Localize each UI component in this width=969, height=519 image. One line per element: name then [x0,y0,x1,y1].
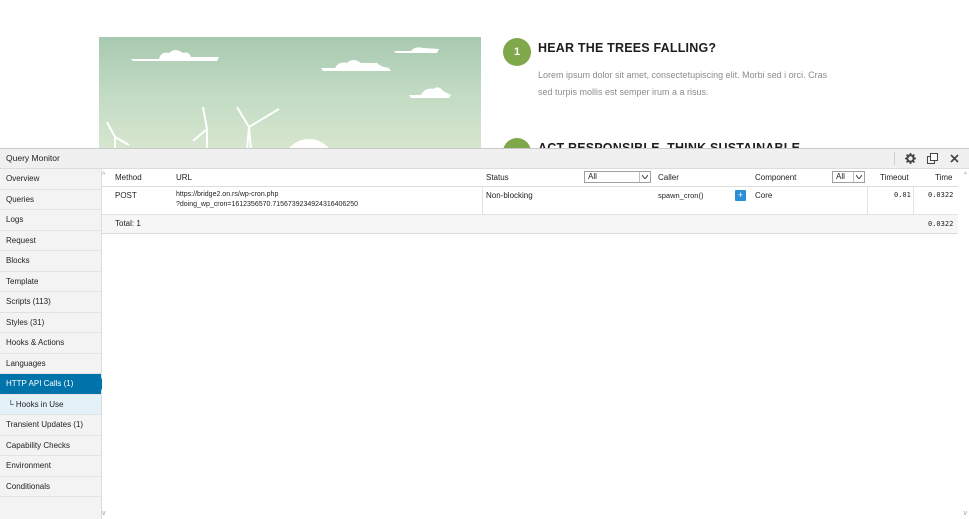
separator [894,152,895,165]
nav-item-hooks-in-use[interactable]: └ Hooks in Use [0,394,101,415]
cell-caller: spawn_cron() [658,191,704,200]
status-filter-select[interactable]: All [584,171,651,183]
table-row: POST https://bridge2.on.rs/wp-cron.php ?… [102,187,958,215]
gear-icon[interactable] [904,152,917,165]
column-header-status[interactable]: Status [486,173,509,182]
table-header: Method URL Status All Caller Component A… [102,169,958,187]
step-title: HEAR THE TREES FALLING? [538,41,717,55]
scroll-up-icon[interactable]: ^ [964,172,967,179]
nav-item-logs[interactable]: Logs [0,210,101,231]
cell-method: POST [115,191,137,200]
cell-status: Non-blocking [486,191,533,200]
nav-item-request[interactable]: Request [0,231,101,251]
nav-item-transient-updates[interactable]: Transient Updates (1) [0,415,101,436]
scroll-down-icon[interactable]: v [102,510,106,517]
popout-icon[interactable] [926,152,939,165]
panel-content: ^ ^ v v Method URL Status All Caller Com… [102,169,969,519]
cell-component: Core [755,191,773,200]
expand-caller-button[interactable]: + [735,190,746,201]
column-header-method[interactable]: Method [115,173,142,182]
total-label: Total: 1 [115,219,141,228]
nav-item-blocks[interactable]: Blocks [0,251,101,272]
column-header-timeout[interactable]: Timeout [880,173,909,182]
nav-item-overview[interactable]: Overview [0,169,101,190]
column-header-time[interactable]: Time [935,173,952,182]
nav-item-template[interactable]: Template [0,272,101,292]
query-monitor-panel: Query Monitor Overview Queries Logs Requ… [0,148,969,519]
scroll-down-icon[interactable]: v [964,510,968,517]
column-divider [867,187,868,214]
nav-item-styles[interactable]: Styles (31) [0,313,101,333]
cell-url-line2: ?doing_wp_cron=1612356570.71567392349243… [176,201,358,208]
component-filter-value: All [836,172,845,181]
column-divider [913,187,914,214]
nav-item-hooks-actions[interactable]: Hooks & Actions [0,333,101,354]
step-number: 1 [503,38,531,66]
chevron-down-icon [853,172,864,182]
nav-item-queries[interactable]: Queries [0,190,101,210]
close-icon[interactable] [948,152,961,165]
total-time: 0.0322 [928,220,954,228]
panel-title-bar[interactable]: Query Monitor [0,149,969,169]
nav-item-capability-checks[interactable]: Capability Checks [0,436,101,456]
column-header-url[interactable]: URL [176,173,192,182]
nav-item-conditionals[interactable]: Conditionals [0,477,101,497]
table-footer: Total: 1 0.0322 [102,215,958,234]
step-text: Lorem ipsum dolor sit amet, consectetupi… [538,70,828,97]
website-background: 1 HEAR THE TREES FALLING? Lorem ipsum do… [0,0,969,150]
column-divider [482,187,483,214]
column-header-caller[interactable]: Caller [658,173,679,182]
cell-timeout: 0.01 [894,191,911,199]
nav-item-scripts[interactable]: Scripts (113) [0,292,101,313]
step-1: 1 HEAR THE TREES FALLING? Lorem ipsum do… [503,38,963,108]
chevron-down-icon [639,172,650,182]
cell-time: 0.0322 [928,191,954,199]
status-filter-value: All [588,172,597,181]
panel-sidebar: Overview Queries Logs Request Blocks Tem… [0,169,102,519]
hero-image [99,37,481,150]
cell-url-line1: https://bridge2.on.rs/wp-cron.php [176,191,279,198]
nav-item-environment[interactable]: Environment [0,456,101,477]
panel-title: Query Monitor [6,153,60,163]
wind-turbines-illustration [106,47,451,150]
component-filter-select[interactable]: All [832,171,865,183]
nav-item-languages[interactable]: Languages [0,354,101,374]
column-header-component[interactable]: Component [755,173,796,182]
nav-item-http-api-calls[interactable]: HTTP API Calls (1) [0,374,101,395]
